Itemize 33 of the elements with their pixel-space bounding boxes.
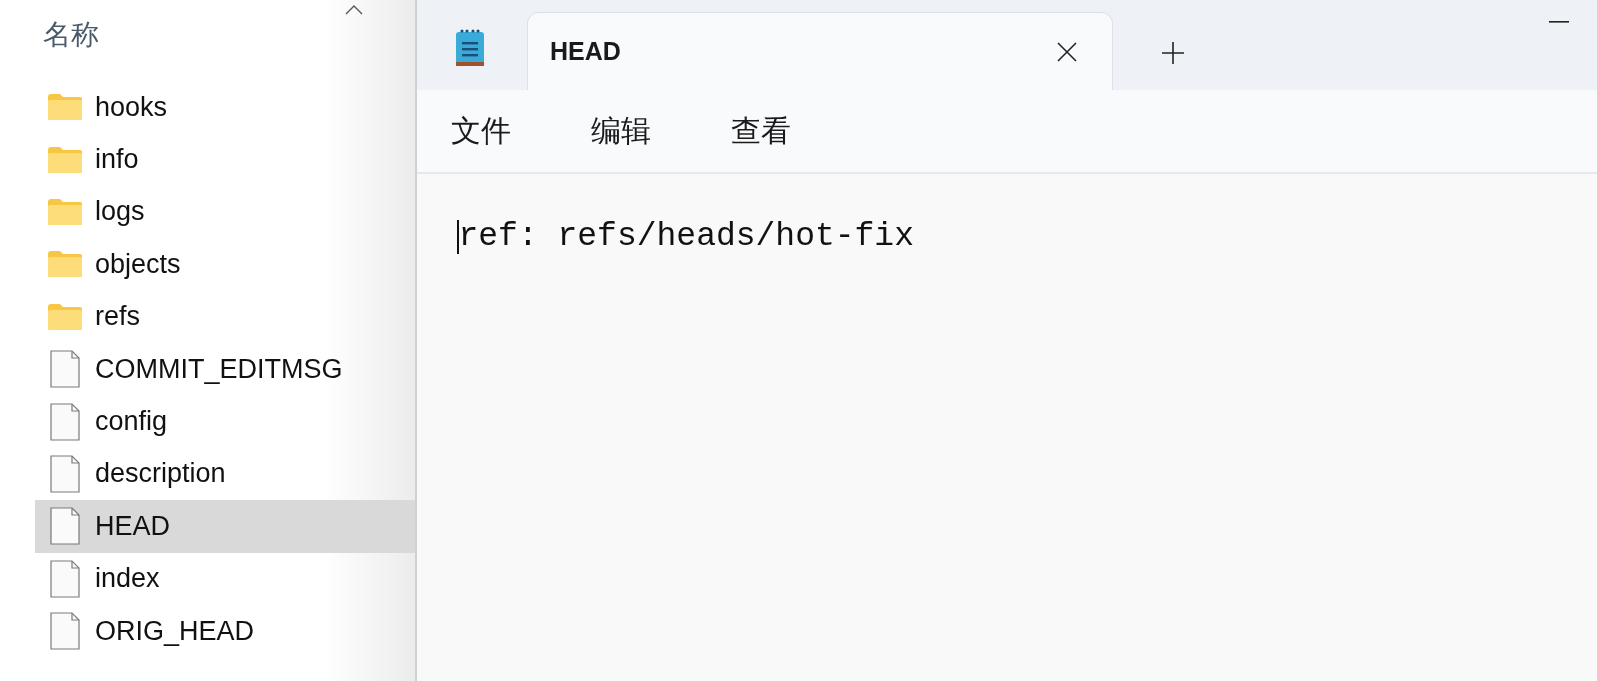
file-list-item[interactable]: index xyxy=(35,552,415,605)
folder-icon xyxy=(47,145,83,174)
file-list-item[interactable]: refs xyxy=(35,290,415,343)
document-tab[interactable]: HEAD xyxy=(527,12,1113,90)
folder-icon xyxy=(47,197,83,226)
column-header[interactable]: 名称 xyxy=(43,16,99,54)
file-icon xyxy=(47,507,83,546)
file-icon xyxy=(47,559,83,598)
file-icon xyxy=(47,612,83,651)
sort-caret-icon[interactable] xyxy=(345,5,363,15)
folder-icon xyxy=(47,250,83,279)
menu-item[interactable]: 编辑 xyxy=(591,110,651,152)
menu-item[interactable]: 查看 xyxy=(731,110,791,152)
close-icon[interactable] xyxy=(1056,40,1078,63)
file-list-item[interactable]: logs xyxy=(35,185,415,239)
file-list-item[interactable]: COMMIT_EDITMSG xyxy=(35,342,415,396)
file-list-item[interactable]: config xyxy=(35,395,415,448)
file-icon xyxy=(47,454,83,493)
file-list-item[interactable]: HEAD xyxy=(35,500,415,553)
minimize-icon[interactable] xyxy=(1549,20,1569,24)
folder-icon xyxy=(47,93,83,122)
folder-icon xyxy=(47,302,83,331)
file-list-item[interactable]: ORIG_HEAD xyxy=(35,604,415,658)
text-line: ref: refs/heads/hot-fix xyxy=(457,218,914,255)
file-icon xyxy=(47,402,83,441)
menu-item[interactable]: 文件 xyxy=(451,110,511,152)
file-list-item[interactable]: objects xyxy=(35,238,415,291)
file-list-item[interactable]: info xyxy=(35,133,415,186)
new-tab-icon[interactable] xyxy=(1161,41,1185,65)
file-icon xyxy=(47,350,83,389)
file-list-item[interactable]: hooks xyxy=(35,81,415,134)
file-list-item[interactable]: description xyxy=(35,447,415,501)
notepad-icon xyxy=(454,28,486,68)
